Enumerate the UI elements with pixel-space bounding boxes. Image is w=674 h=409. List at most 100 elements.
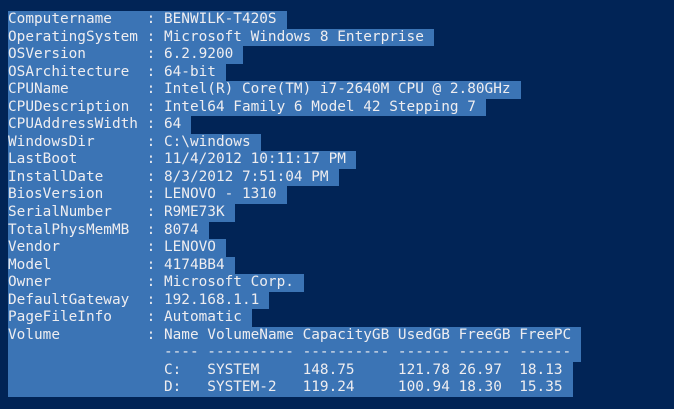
property-line: OSArchitecture : 64-bit	[8, 63, 581, 82]
property-value: 4174BB4	[163, 256, 225, 273]
separator: :	[137, 133, 164, 150]
selected-text: CPUName : Intel(R) Core(TM) i7-2640M CPU…	[8, 81, 521, 99]
property-line: SerialNumber : R9ME73K	[8, 204, 581, 222]
property-name: OperatingSystem	[8, 28, 138, 45]
volume-column-header: CapacityGB	[302, 326, 390, 343]
column-underline: ----	[163, 344, 199, 361]
property-name: WindowsDir	[8, 133, 138, 150]
property-value: LENOVO	[163, 239, 216, 256]
selected-text: DefaultGateway : 192.168.1.1	[8, 291, 270, 310]
volume-column-header: UsedGB	[397, 326, 450, 343]
separator: :	[137, 326, 164, 343]
separator: :	[137, 256, 164, 273]
selected-text: CPUDescription : Intel64 Family 6 Model …	[8, 98, 486, 117]
selected-text: CPUAddressWidth : 64	[8, 116, 192, 134]
property-value: R9ME73K	[163, 204, 225, 221]
property-line: CPUDescription : Intel64 Family 6 Model …	[8, 98, 581, 117]
volume-column-header: Name	[163, 326, 199, 343]
volume-cell: SYSTEM-2	[207, 379, 277, 396]
volume-cell: 15.35	[519, 379, 563, 396]
property-name: BiosVersion	[8, 186, 138, 203]
selected-text: TotalPhysMemMB : 8074	[8, 221, 209, 240]
separator: :	[137, 63, 164, 80]
volume-cell: 100.94	[397, 379, 450, 396]
selected-text: Vendor : LENOVO	[8, 239, 226, 257]
property-name: DefaultGateway	[8, 291, 138, 308]
property-line: TotalPhysMemMB : 8074	[8, 221, 581, 240]
selected-text: D: SYSTEM-2 119.24 100.94 18.30 15.35	[8, 379, 573, 398]
separator: :	[137, 46, 164, 63]
property-line: LastBoot : 11/4/2012 10:11:17 PM	[8, 151, 581, 169]
volume-cell: 119.24	[302, 379, 355, 396]
volume-cell: SYSTEM	[207, 361, 260, 378]
property-value: 192.168.1.1	[163, 291, 260, 308]
property-value: 64-bit	[163, 63, 216, 80]
property-value: 8/3/2012 7:51:04 PM	[163, 168, 329, 185]
selected-text: LastBoot : 11/4/2012 10:11:17 PM	[8, 151, 356, 169]
selected-text: Volume : Name VolumeName CapacityGB Used…	[8, 326, 582, 345]
property-value: Intel64 Family 6 Model 42 Stepping 7	[163, 98, 476, 115]
property-name: OSArchitecture	[8, 63, 138, 80]
selected-text: Model : 4174BB4	[8, 256, 235, 275]
selected-text: BiosVersion : LENOVO - 1310	[8, 186, 287, 205]
property-line: Vendor : LENOVO	[8, 239, 581, 257]
property-line: WindowsDir : C:\windows	[8, 133, 581, 152]
separator: :	[137, 98, 164, 115]
property-name: OSVersion	[8, 46, 138, 63]
property-line: Owner : Microsoft Corp.	[8, 274, 581, 292]
property-name: Owner	[8, 274, 138, 291]
column-underline: ------	[458, 344, 511, 361]
separator: :	[137, 151, 164, 168]
volume-header-line: Volume : Name VolumeName CapacityGB Used…	[8, 326, 582, 345]
volume-cell: 18.30	[458, 379, 502, 396]
separator: :	[137, 221, 164, 238]
property-value: 64	[163, 116, 182, 133]
powershell-console[interactable]: Computername : BENWILK-T420S OperatingSys…	[0, 0, 674, 409]
separator: :	[137, 168, 164, 185]
selected-text: InstallDate : 8/3/2012 7:51:04 PM	[8, 168, 339, 187]
selected-text: PageFileInfo : Automatic	[8, 309, 252, 327]
selected-text: OSArchitecture : 64-bit	[8, 63, 226, 82]
property-value: 11/4/2012 10:11:17 PM	[163, 151, 346, 168]
property-line: OSVersion : 6.2.9200	[8, 46, 581, 64]
separator: :	[137, 309, 164, 326]
column-underline: ------	[519, 344, 572, 361]
volume-column-header: FreeGB	[458, 326, 511, 343]
property-line: OperatingSystem : Microsoft Windows 8 En…	[8, 28, 581, 47]
column-underline: ----------	[302, 344, 390, 361]
property-line: Computername : BENWILK-T420S	[8, 11, 581, 29]
property-value: 6.2.9200	[163, 46, 234, 63]
property-name: Vendor	[8, 239, 138, 256]
volume-row: C: SYSTEM 148.75 121.78 26.97 18.13	[8, 361, 581, 380]
property-line: CPUAddressWidth : 64	[8, 116, 581, 134]
property-value: C:\windows	[163, 133, 251, 150]
property-name: CPUDescription	[8, 98, 138, 115]
property-line: DefaultGateway : 192.168.1.1	[8, 291, 581, 310]
property-name: CPUAddressWidth	[8, 116, 138, 133]
property-name: Model	[8, 256, 138, 273]
property-value: Microsoft Corp.	[163, 274, 294, 291]
console-output: Computername : BENWILK-T420S OperatingSys…	[8, 11, 582, 398]
property-value: BENWILK-T420S	[163, 11, 277, 27]
